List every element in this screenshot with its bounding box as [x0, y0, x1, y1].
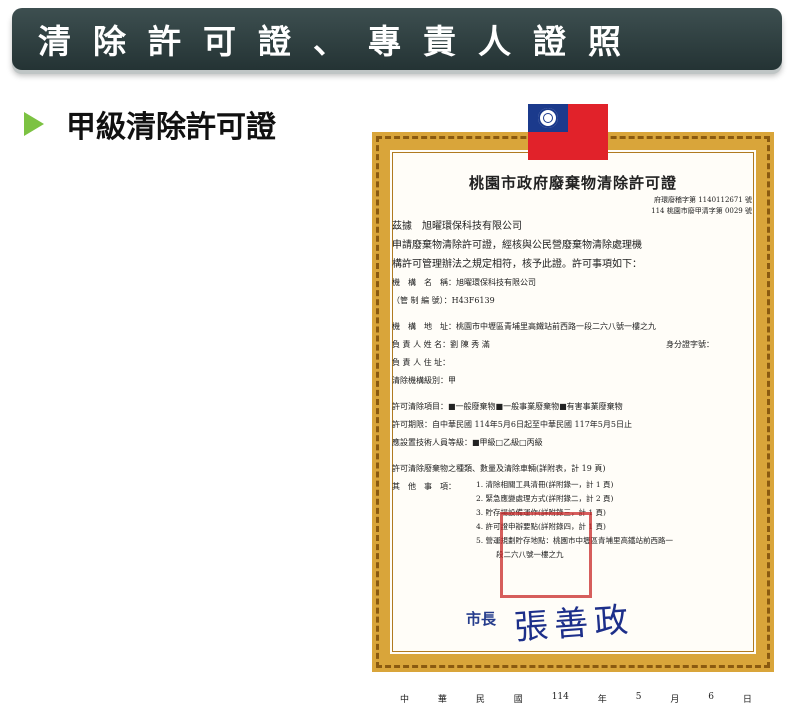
- recipient-line: 茲據 旭曜環保科技有限公司: [392, 221, 522, 232]
- certificate-title: 桃園市政府廢棄物清除許可證: [468, 174, 677, 192]
- reference-numbers: 府環廢稽字第 1140112671 號 114 桃園市廢甲清字第 0029 號: [651, 196, 752, 215]
- owner-name: 負 責 人 姓 名：劉 陳 秀 滿: [392, 340, 490, 349]
- mayor-label: 市長: [466, 610, 497, 628]
- validity-period: 許可期限：自中華民國 114年5月6日起至中華民國 117年5月5日止: [392, 420, 632, 429]
- section-heading: 甲級清除許可證: [24, 102, 276, 146]
- org-name: 機 構 名 稱：旭曜環保科技有限公司: [392, 278, 536, 287]
- waste-types: 許可清除廢棄物之種類、數量及清除車輛(詳附表，計 19 頁): [392, 464, 606, 473]
- intro-line-2: 構許可管理辦法之規定相符，核予此證。許可事項如下：: [392, 259, 642, 270]
- certificate-body: 桃園市政府廢棄物清除許可證 府環廢稽字第 1140112671 號 114 桃園…: [392, 156, 754, 705]
- title-banner: 清除許可證、專責人證照: [12, 8, 782, 70]
- owner-address: 負 責 人 住 址：: [392, 358, 451, 367]
- grade: 清除機構級別：甲: [392, 376, 456, 385]
- page-title: 清除許可證、專責人證照: [38, 22, 643, 61]
- intro-line-1: 申請廢棄物清除許可證，經核與公民營廢棄物清除處理機: [392, 240, 642, 251]
- permitted-items: 許可清除項目：■一般廢棄物■一般事業廢棄物■有害事業廢棄物: [392, 402, 623, 411]
- org-address: 機 構 地 址：桃園市中壢區青埔里高鐵站前西路一段二六八號一樓之九: [392, 322, 656, 331]
- permit-certificate-image: 桃園市政府廢棄物清除許可證 府環廢稽字第 1140112671 號 114 桃園…: [372, 104, 774, 705]
- issue-date: 中 華 民 國 114 年 5 月 6 日: [400, 692, 752, 705]
- owner-row: 負 責 人 姓 名：劉 陳 秀 滿 身分證字號：: [392, 336, 754, 354]
- triangle-bullet-icon: [24, 112, 44, 136]
- national-flag-icon: [528, 104, 608, 160]
- mayor-signature: 張善政: [512, 599, 636, 649]
- official-seal-stamp: [500, 512, 592, 598]
- id-number-label: 身分證字號：: [666, 340, 714, 349]
- staff-level: 應設置技術人員等級：■甲級□乙級□丙級: [392, 438, 543, 447]
- section-label: 甲級清除許可證: [66, 110, 276, 145]
- control-number: （管 制 編 號）：H43F6139: [392, 296, 495, 305]
